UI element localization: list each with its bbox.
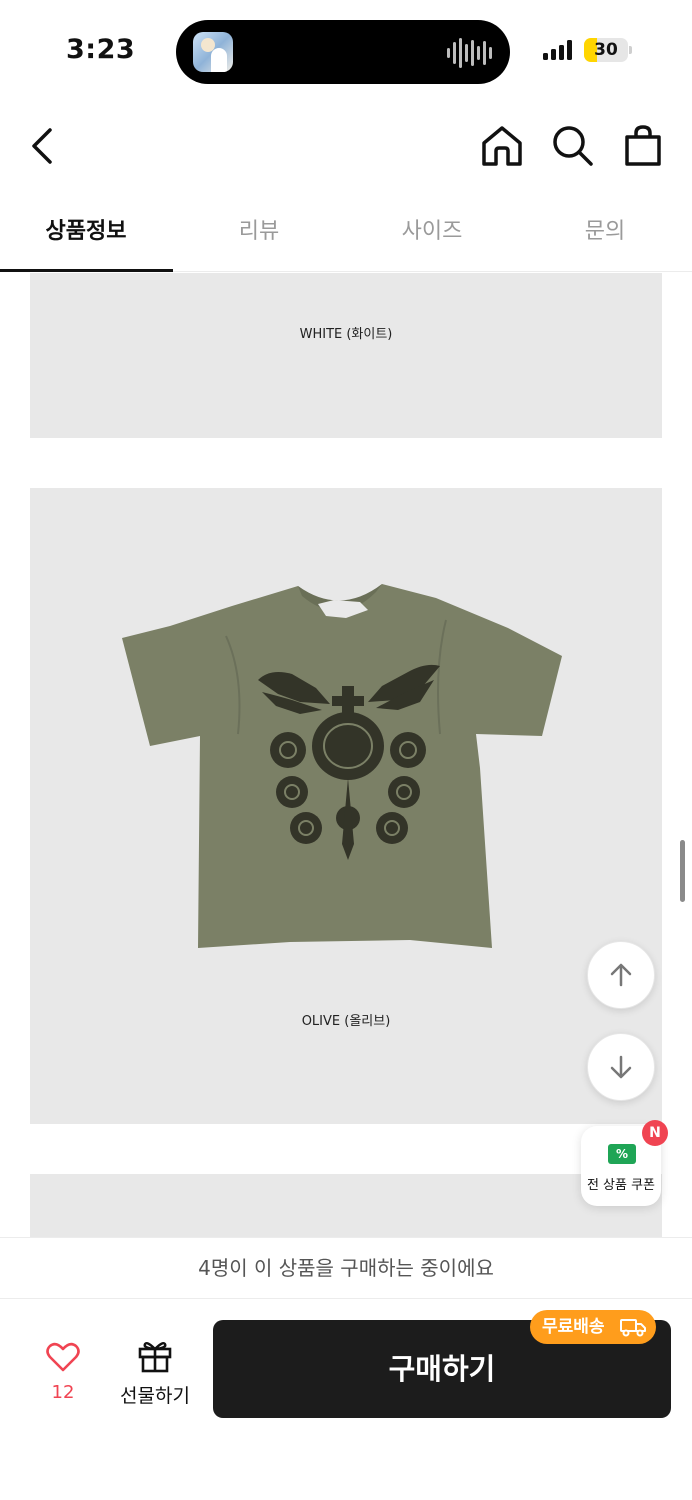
purchase-activity-notice: 4명이 이 상품을 구매하는 중이에요	[0, 1237, 692, 1299]
battery-percentage: 30	[594, 40, 618, 60]
gift-button[interactable]: 선물하기	[112, 1339, 198, 1409]
status-time: 3:23	[66, 34, 136, 65]
gift-label: 선물하기	[120, 1385, 190, 1407]
tab-size[interactable]: 사이즈	[346, 196, 518, 272]
battery-indicator: 30	[584, 38, 628, 62]
tab-product-info[interactable]: 상품정보	[0, 196, 172, 272]
back-button[interactable]	[22, 122, 62, 170]
gift-icon	[138, 1341, 172, 1373]
dynamic-island[interactable]	[176, 20, 510, 84]
now-playing-artwork	[193, 32, 233, 72]
free-shipping-badge: 무료배송	[530, 1310, 656, 1344]
new-badge: N	[642, 1120, 668, 1146]
chevron-left-icon	[32, 128, 52, 164]
delivery-truck-icon	[620, 1319, 646, 1337]
home-icon	[482, 126, 522, 166]
tab-reviews[interactable]: 리뷰	[173, 196, 345, 272]
color-caption: WHITE (화이트)	[299, 327, 393, 342]
active-tab-indicator	[0, 269, 173, 272]
color-panel-olive: OLIVE (올리브)	[30, 488, 662, 1124]
color-panel-next	[30, 1174, 662, 1237]
free-shipping-label: 무료배송	[542, 1317, 605, 1337]
heart-icon	[46, 1342, 80, 1372]
app-header	[0, 100, 692, 196]
like-count: 12	[51, 1382, 75, 1403]
cellular-signal-icon	[543, 40, 572, 60]
color-panel-white: WHITE (화이트)	[30, 273, 662, 438]
status-bar: 3:23 30	[0, 0, 692, 100]
arrow-down-icon	[610, 1055, 632, 1079]
coupon-icon: %	[608, 1144, 636, 1164]
search-icon	[553, 126, 593, 166]
like-button[interactable]: 12	[22, 1339, 104, 1409]
tab-inquiry[interactable]: 문의	[519, 196, 691, 272]
home-button[interactable]	[478, 122, 526, 170]
arrow-up-icon	[610, 963, 632, 987]
battery-tip	[629, 46, 632, 54]
color-caption: OLIVE (올리브)	[301, 1014, 391, 1029]
product-detail-content[interactable]: WHITE (화이트) OLIVE (올리브)	[0, 273, 692, 1237]
scrollbar-thumb[interactable]	[680, 840, 685, 902]
scroll-bottom-button[interactable]	[587, 1033, 655, 1101]
search-button[interactable]	[548, 122, 596, 170]
scroll-top-button[interactable]	[587, 941, 655, 1009]
audio-waveform-icon	[447, 38, 492, 68]
shopping-bag-icon	[625, 125, 661, 166]
cart-button[interactable]	[619, 122, 667, 170]
product-tabs: 상품정보 리뷰 사이즈 문의	[0, 196, 692, 272]
coupon-label: 전 상품 쿠폰	[586, 1178, 656, 1193]
